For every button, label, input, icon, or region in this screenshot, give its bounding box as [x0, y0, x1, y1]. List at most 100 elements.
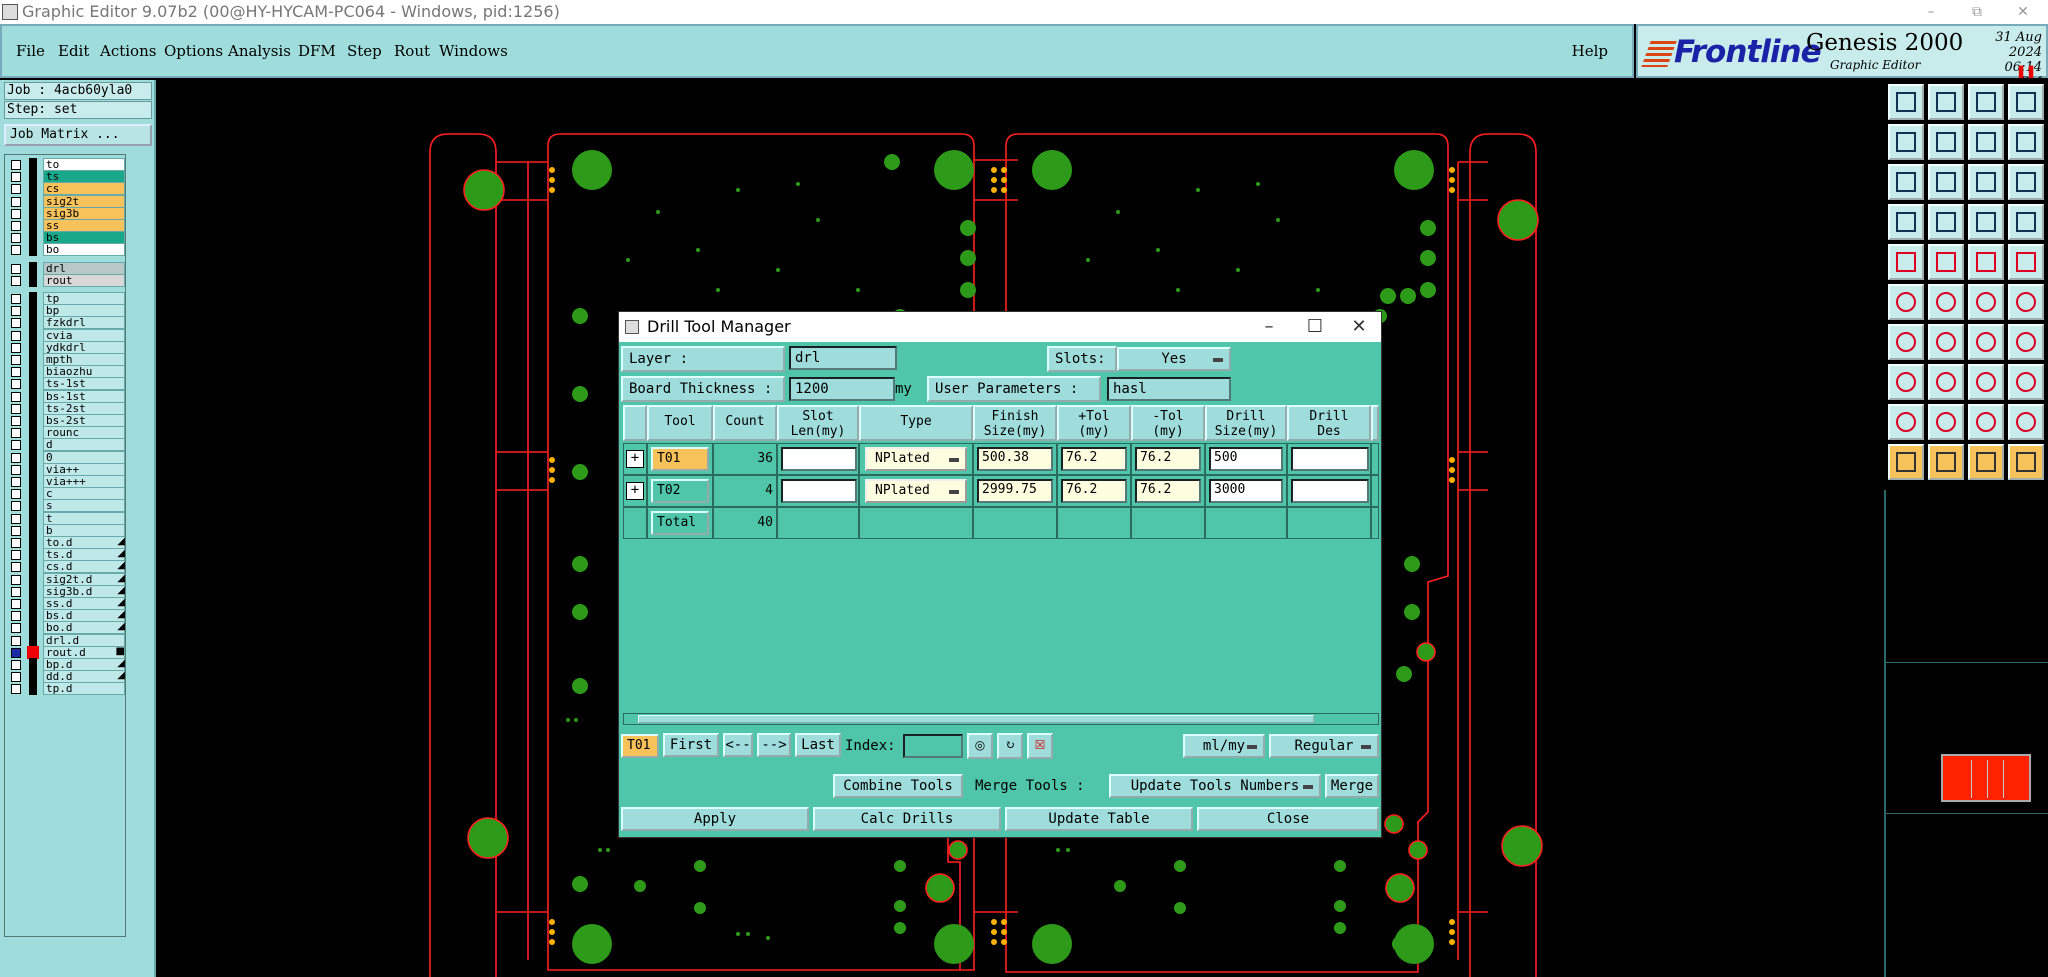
menu-file[interactable]: File: [16, 42, 45, 60]
column-header[interactable]: Slot Len(my): [777, 405, 859, 441]
tool-name[interactable]: T01: [651, 447, 709, 471]
column-header[interactable]: -Tol (my): [1131, 405, 1205, 441]
column-header[interactable]: +Tol (my): [1057, 405, 1131, 441]
ptol-field[interactable]: 76.2: [1061, 447, 1127, 471]
settings-icon[interactable]: [2008, 204, 2044, 240]
expand-icon[interactable]: +: [626, 450, 644, 468]
close-button[interactable]: Close: [1197, 807, 1379, 831]
column-header[interactable]: Tool: [647, 405, 713, 441]
merge-button[interactable]: Merge: [1325, 774, 1379, 798]
slot-length-field[interactable]: [781, 447, 857, 471]
layer-row-tp.d[interactable]: tp.d: [7, 681, 127, 696]
minimize-button[interactable]: –: [1908, 0, 1954, 24]
delete-icon[interactable]: ☒: [1027, 733, 1053, 759]
split-icon[interactable]: [2008, 324, 2044, 360]
combine-tools-button[interactable]: Combine Tools: [833, 774, 963, 798]
edit-line-icon[interactable]: [1888, 324, 1924, 360]
drill-field[interactable]: 3000: [1209, 479, 1283, 503]
menu-actions[interactable]: Actions: [100, 42, 156, 60]
cross-icon[interactable]: [1928, 284, 1964, 320]
help-icon[interactable]: [2008, 164, 2044, 200]
zoom-fit-icon[interactable]: [1888, 164, 1924, 200]
import-icon[interactable]: [1888, 124, 1924, 160]
column-header[interactable]: Count: [713, 405, 777, 441]
merge-option-select[interactable]: Update Tools Numbers: [1109, 774, 1321, 798]
menu-help[interactable]: Help: [1572, 42, 1608, 60]
shape-icon[interactable]: [2008, 284, 2044, 320]
select3-icon[interactable]: [1968, 444, 2004, 480]
node-icon[interactable]: [1968, 284, 2004, 320]
tool-name[interactable]: T02: [651, 479, 709, 503]
grid-icon[interactable]: [1928, 204, 1964, 240]
menu-windows[interactable]: Windows: [439, 42, 508, 60]
connect-icon[interactable]: [1888, 284, 1924, 320]
calc-drills-button[interactable]: Calc Drills: [813, 807, 1001, 831]
menu-edit[interactable]: Edit: [58, 42, 89, 60]
expand-icon[interactable]: +: [626, 482, 644, 500]
drill-field[interactable]: 500: [1209, 447, 1283, 471]
select2-icon[interactable]: [1928, 444, 1964, 480]
close-window-button[interactable]: ✕: [2000, 0, 2046, 24]
window-icon[interactable]: [2008, 84, 2044, 120]
next-button[interactable]: -->: [757, 733, 791, 757]
layer-row-rout[interactable]: rout: [7, 273, 127, 288]
layer-row-bo[interactable]: bo: [7, 242, 127, 257]
home-icon[interactable]: [1968, 84, 2004, 120]
layer-field[interactable]: drl: [789, 346, 897, 370]
polygon-icon[interactable]: [1928, 244, 1964, 280]
layer-checkbox[interactable]: [11, 684, 21, 695]
table-row[interactable]: + T01 36 NPlated 500.38 76.2 76.2 500: [623, 443, 1371, 475]
units-select[interactable]: ml/my: [1183, 734, 1265, 758]
job-matrix-button[interactable]: Job Matrix ...: [4, 124, 152, 146]
refresh-icon[interactable]: ↻: [997, 733, 1023, 759]
menu-analysis[interactable]: Analysis: [228, 42, 291, 60]
user-parameters-field[interactable]: hasl: [1107, 377, 1231, 401]
type-select[interactable]: NPlated: [865, 479, 967, 503]
board-thickness-field[interactable]: 1200: [789, 377, 895, 401]
draw-line-icon[interactable]: [1928, 324, 1964, 360]
table-row[interactable]: + T02 4 NPlated 2999.75 76.2 76.2 3000: [623, 475, 1371, 507]
triangle-icon[interactable]: [1888, 404, 1924, 440]
menu-step[interactable]: Step: [347, 42, 382, 60]
export-icon[interactable]: [1928, 124, 1964, 160]
table-scrollbar[interactable]: [623, 713, 1379, 725]
drill-icon[interactable]: [1888, 244, 1924, 280]
select4-icon[interactable]: [2008, 444, 2044, 480]
pad-icon[interactable]: [2008, 244, 2044, 280]
slot-length-field[interactable]: [781, 479, 857, 503]
first-button[interactable]: First: [663, 733, 719, 757]
snap-icon[interactable]: [1968, 204, 2004, 240]
dialog-close-icon[interactable]: ✕: [1339, 312, 1379, 342]
apply-button[interactable]: Apply: [621, 807, 809, 831]
update-table-button[interactable]: Update Table: [1005, 807, 1193, 831]
select-icon[interactable]: [1888, 444, 1924, 480]
minus-icon[interactable]: [1928, 364, 1964, 400]
mtol-field[interactable]: 76.2: [1135, 479, 1201, 503]
save-icon[interactable]: [1928, 84, 1964, 120]
undo-icon[interactable]: [1968, 124, 2004, 160]
layer-name[interactable]: bo: [43, 243, 125, 257]
copy-icon[interactable]: [2008, 364, 2044, 400]
search-icon[interactable]: ◎: [967, 733, 993, 759]
index-field[interactable]: [903, 734, 963, 758]
layer-checkbox[interactable]: [11, 275, 21, 286]
arc-icon[interactable]: [1968, 324, 2004, 360]
maximize-button[interactable]: ⧉: [1954, 0, 2000, 24]
last-button[interactable]: Last: [795, 733, 841, 757]
column-header[interactable]: [623, 405, 647, 441]
triangle3-icon[interactable]: [1968, 404, 2004, 440]
measure-icon[interactable]: [1888, 204, 1924, 240]
column-header[interactable]: Drill Size(my): [1205, 405, 1287, 441]
column-header[interactable]: Type: [859, 405, 973, 441]
redo-icon[interactable]: [2008, 124, 2044, 160]
zoom-in-icon[interactable]: [1928, 164, 1964, 200]
finish-field[interactable]: 2999.75: [977, 479, 1053, 503]
scrollbar-thumb[interactable]: [638, 715, 1314, 723]
resize-icon[interactable]: [1888, 364, 1924, 400]
layer-name[interactable]: rout: [43, 273, 125, 287]
dialog-minimize-icon[interactable]: –: [1249, 312, 1289, 342]
finish-field[interactable]: 500.38: [977, 447, 1053, 471]
dialog-maximize-icon[interactable]: ☐: [1295, 312, 1335, 342]
des-field[interactable]: [1291, 447, 1369, 471]
menu-rout[interactable]: Rout: [394, 42, 430, 60]
